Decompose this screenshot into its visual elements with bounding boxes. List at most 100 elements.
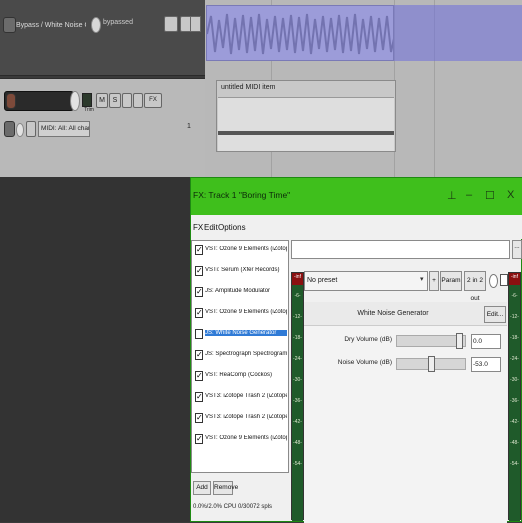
envelope-value-knob[interactable] xyxy=(91,17,101,33)
maximize-button[interactable]: ☐ xyxy=(485,189,495,202)
param-slider-thumb[interactable] xyxy=(427,356,435,372)
fx-chain-item-label: VST: Ozone 9 Elements (iZotope, Inc.) xyxy=(205,246,287,252)
solo-button[interactable]: S xyxy=(109,93,121,108)
minimize-button[interactable]: – xyxy=(466,189,472,201)
param-value-field[interactable]: 0.0 xyxy=(471,334,501,349)
phase-button[interactable] xyxy=(122,93,132,108)
edit-button[interactable]: Edit... xyxy=(484,306,506,323)
envelope-bypassed-label: bypassed xyxy=(103,19,133,26)
menu-options[interactable]: Options xyxy=(218,223,246,232)
midi-item[interactable]: untitled MIDI item xyxy=(216,80,396,152)
track-pan-knob[interactable] xyxy=(16,123,24,137)
chevron-down-icon[interactable]: ▾ xyxy=(420,271,428,291)
fx-chain-list[interactable]: ✓VST: Ozone 9 Elements (iZotope, Inc.)✓V… xyxy=(191,240,289,473)
route-button[interactable] xyxy=(133,93,143,108)
fx-chain-item[interactable]: ✓VST: Ozone 9 Elements (iZotope, Inc.) xyxy=(194,306,288,322)
fx-chain-item-label: JS: Amplitude Modulator xyxy=(205,288,271,294)
fx-enable-checkbox[interactable]: ✓ xyxy=(195,413,203,423)
trim-label: Trim xyxy=(84,107,94,113)
meter-tick-label: -6- xyxy=(511,293,518,299)
param-button[interactable]: Param xyxy=(440,271,462,291)
meter-tick-label: -24- xyxy=(293,356,302,362)
fx-chain-item[interactable]: ✓ JS: Amplitude Modulator xyxy=(194,285,288,301)
fx-chain-item[interactable]: ✓VST: Ozone 9 Elements (iZotope, Inc.) xyxy=(194,243,288,259)
meter-tick-label: -30- xyxy=(293,377,302,383)
close-button[interactable]: X xyxy=(507,189,514,201)
meter-tick-label: -42- xyxy=(510,419,519,425)
plugin-header: White Noise Generator Edit... xyxy=(304,302,507,326)
fx-enable-checkbox[interactable]: ✓ xyxy=(195,392,203,402)
fx-enable-checkbox[interactable]: ✓ xyxy=(195,350,203,360)
fx-search-input[interactable] xyxy=(291,240,510,259)
envelope-lane: Bypass / White Noise Generator bypassed xyxy=(0,0,205,76)
record-arm-button[interactable] xyxy=(6,93,16,109)
param-label: Noise Volume (dB) xyxy=(337,359,392,366)
plugin-ui-panel: White Noise Generator Edit... Dry Volume… xyxy=(304,302,507,523)
bypass-checkbox[interactable] xyxy=(500,274,508,286)
monitor-button[interactable] xyxy=(26,121,36,137)
track-volume-knob[interactable] xyxy=(70,91,80,111)
fx-enable-checkbox[interactable]: ✓ xyxy=(195,245,203,255)
output-meter: -inf -6- -12- -18- -24- -30- -36- -42- -48- -54- xyxy=(508,272,521,521)
meter-tick-label: -36- xyxy=(510,398,519,404)
input-meter: -inf -6- -12- -18- -24- -30- -36- -42- -48- -54- xyxy=(291,272,304,521)
fx-chain-item-label: JS: Spectrograph Spectrogram Meter (C... xyxy=(205,351,287,357)
plugin-name: White Noise Generator xyxy=(357,310,429,317)
io-routing-button[interactable]: 2 in 2 out xyxy=(464,271,486,302)
preset-add-button[interactable]: + xyxy=(429,271,439,291)
meter-top-label: -inf xyxy=(511,274,518,280)
fx-chain-item[interactable]: ✓VST3: iZotope Trash 2 (iZotope, Inc.) xyxy=(194,411,288,427)
preset-select[interactable]: No preset xyxy=(304,271,428,291)
menu-fx[interactable]: FX xyxy=(193,223,203,232)
param-value-field[interactable]: -53.0 xyxy=(471,357,501,372)
add-fx-button[interactable]: Add xyxy=(193,481,211,495)
fx-window: FX: Track 1 "Boring Time" ⊥ – ☐ X FX Edi… xyxy=(190,177,522,523)
fx-chain-item[interactable]: ✓VST: Ozone 9 Elements (iZotope, Inc.) xyxy=(194,432,288,448)
track-number: 1 xyxy=(187,123,191,130)
fx-chain-item[interactable]: ✓ VST: ReaComp (Cockos) xyxy=(194,369,288,385)
meter-tick-label: -18- xyxy=(293,335,302,341)
fx-enable-checkbox[interactable] xyxy=(195,329,203,339)
track-fx-button[interactable] xyxy=(82,93,92,107)
fx-chain-item-label: VSTi: Serum (Xfer Records) xyxy=(205,267,280,273)
cpu-usage-text: 0.0%/2.0% CPU 0/30072 spls xyxy=(193,504,273,510)
meter-tick-label: -30- xyxy=(510,377,519,383)
input-meter-scale: -6- -12- -18- -24- -30- -36- -42- -48- -54- xyxy=(292,285,303,521)
remove-fx-button[interactable]: Remove xyxy=(213,481,238,495)
fx-chain-item[interactable]: ✓ VSTi: Serum (Xfer Records) xyxy=(194,264,288,280)
record-mode-icon[interactable] xyxy=(4,121,15,137)
fx-chain-item-label: VST: Ozone 9 Elements (iZotope, Inc.) xyxy=(205,309,287,315)
fx-chain-item[interactable]: JS: White Noise Generator xyxy=(194,327,288,343)
mute-button[interactable]: M xyxy=(96,93,108,108)
fx-chain-item-label: JS: White Noise Generator xyxy=(205,330,287,336)
track-input-select[interactable]: MIDI: All: All channels xyxy=(38,121,90,137)
meter-tick-label: -18- xyxy=(510,335,519,341)
pin-icon[interactable]: ⊥ xyxy=(447,189,457,202)
meter-tick-label: -54- xyxy=(293,461,302,467)
fx-enable-checkbox[interactable]: ✓ xyxy=(195,266,203,276)
param-label: Dry Volume (dB) xyxy=(344,336,392,343)
output-meter-scale: -6- -12- -18- -24- -30- -36- -42- -48- -54- xyxy=(509,285,520,521)
midi-item-name: untitled MIDI item xyxy=(221,84,276,91)
fx-button[interactable]: FX xyxy=(144,93,162,108)
meter-tick-label: -48- xyxy=(510,440,519,446)
envelope-active-button[interactable] xyxy=(164,16,178,32)
fx-enable-checkbox[interactable]: ✓ xyxy=(195,287,203,297)
fx-enable-checkbox[interactable]: ✓ xyxy=(195,434,203,444)
fx-enable-checkbox[interactable]: ✓ xyxy=(195,308,203,318)
midi-note-bar xyxy=(218,131,394,135)
menu-edit[interactable]: Edit xyxy=(204,223,218,232)
envelope-mod-button[interactable] xyxy=(190,16,201,32)
wet-dry-knob[interactable] xyxy=(489,274,498,288)
meter-tick-label: -6- xyxy=(294,293,301,299)
fx-enable-checkbox[interactable]: ✓ xyxy=(195,371,203,381)
fx-window-titlebar[interactable]: FX: Track 1 "Boring Time" ⊥ – ☐ X xyxy=(191,178,522,215)
time-selection[interactable] xyxy=(206,5,522,61)
fx-search-button[interactable]: ... xyxy=(512,240,522,259)
meter-tick-label: -12- xyxy=(293,314,302,320)
param-slider-thumb[interactable] xyxy=(456,333,464,349)
fx-chain-item[interactable]: ✓VST3: iZotope Trash 2 (iZotope, Inc.) xyxy=(194,390,288,406)
envelope-icon[interactable] xyxy=(3,17,16,33)
fx-menubar: FX Edit Options xyxy=(191,215,522,239)
fx-chain-item[interactable]: ✓JS: Spectrograph Spectrogram Meter (C..… xyxy=(194,348,288,364)
